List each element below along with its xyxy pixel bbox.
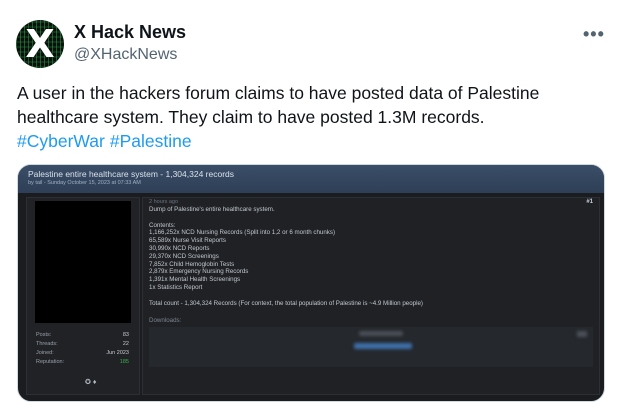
- thread-title: Palestine entire healthcare system - 1,3…: [28, 169, 235, 179]
- post-number: #1: [586, 199, 593, 205]
- post-line: Total count - 1,304,324 Records (For con…: [149, 299, 423, 307]
- hashtag-row: #CyberWar #Palestine: [17, 129, 197, 153]
- post-body: Dump of Palestine's entire healthcare sy…: [149, 206, 589, 307]
- forum-post: 2 hours ago #1 Dump of Palestine's entir…: [142, 197, 600, 395]
- pin-icon: ♦: [92, 379, 97, 386]
- reputation-value: 185: [119, 359, 129, 365]
- post-timestamp: 2 hours ago: [149, 199, 179, 205]
- blurred-text: [359, 331, 403, 336]
- author-handle[interactable]: @XHackNews: [74, 46, 177, 64]
- stat-label: Posts:: [36, 332, 52, 338]
- stat-value: 22: [122, 341, 129, 347]
- author-name[interactable]: X Hack News: [74, 22, 186, 43]
- post-line: Contents:: [149, 221, 176, 229]
- stat-label: Threads:: [36, 341, 58, 347]
- post-line: Dump of Palestine's entire healthcare sy…: [149, 206, 275, 213]
- post-line: 29,370x NCD Screenings: [149, 252, 219, 260]
- hashtag-link[interactable]: #Palestine: [110, 131, 192, 151]
- thread-subtitle: by tail - Sunday October 15, 2023 at 07:…: [28, 180, 141, 186]
- forum-user-panel: Posts: 83 Threads: 22 Joined: Jun 2023 R…: [26, 197, 140, 395]
- post-line: 1,391x Mental Health Screenings: [149, 276, 241, 284]
- more-horizontal-icon[interactable]: •••: [583, 24, 605, 45]
- downloads-box-blurred: [149, 327, 593, 367]
- profile-avatar[interactable]: X: [16, 20, 64, 68]
- stat-value: 83: [122, 332, 129, 338]
- post-line: 65,589x Nurse Visit Reports: [149, 237, 226, 245]
- blurred-icon: [577, 331, 587, 337]
- tweet-text: A user in the hackers forum claims to ha…: [17, 83, 540, 127]
- user-badge-icons: ✪ ♦: [85, 378, 96, 386]
- forum-thread-header: Palestine entire healthcare system - 1,3…: [18, 165, 604, 193]
- downloads-label: Downloads:: [149, 317, 182, 324]
- hashtag-link[interactable]: #CyberWar: [17, 131, 105, 151]
- post-line: 7,852x Child Hemoglobin Tests: [149, 260, 235, 268]
- x-logo-icon: X: [25, 22, 55, 66]
- award-icon: ✪: [85, 379, 91, 386]
- blurred-link: [354, 343, 412, 349]
- post-line: 1x Statistics Report: [149, 283, 203, 291]
- post-line: 30,990x NCD Reports: [149, 244, 210, 252]
- post-line: 2,879x Emergency Nursing Records: [149, 268, 249, 276]
- stat-value: Jun 2023: [106, 350, 129, 356]
- redacted-avatar: [35, 201, 131, 323]
- stat-label: Joined:: [36, 350, 54, 356]
- stat-label: Reputation:: [36, 359, 65, 365]
- post-line: 1,166,252x NCD Nursing Records (Split in…: [149, 229, 336, 237]
- attached-screenshot[interactable]: Palestine entire healthcare system - 1,3…: [17, 164, 605, 402]
